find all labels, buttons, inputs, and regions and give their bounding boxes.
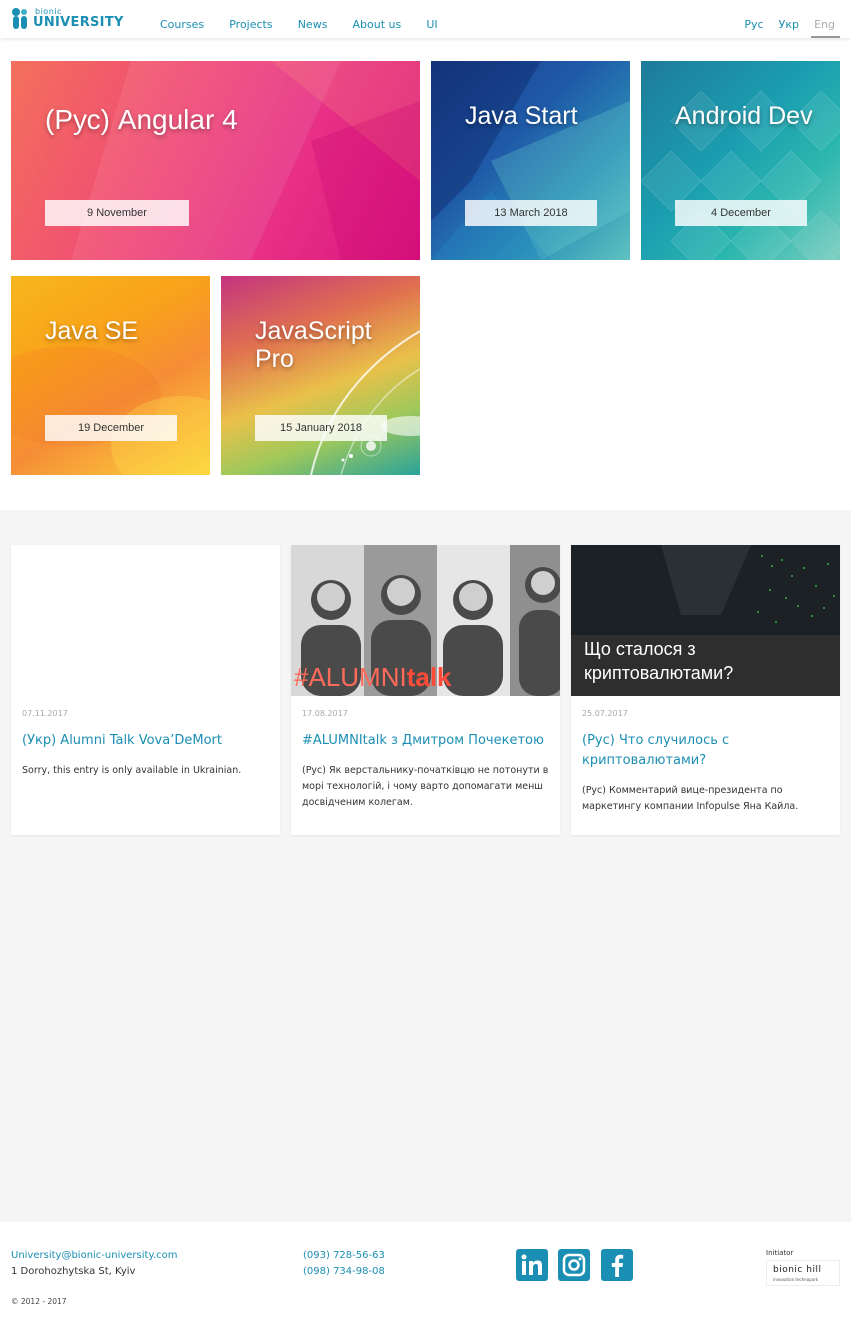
card-pattern <box>71 61 420 260</box>
nav-projects[interactable]: Projects <box>229 18 272 31</box>
course-date: 13 March 2018 <box>465 200 597 226</box>
main-nav: Courses Projects News About us UI <box>160 13 458 32</box>
course-card-java-se[interactable]: Java SE 19 December <box>11 276 210 475</box>
news-title-link[interactable]: #ALUMNItalk з Дмитром Почекетою <box>302 731 552 751</box>
course-card-android-dev[interactable]: Android Dev 4 December <box>641 61 840 260</box>
lang-uk[interactable]: Укр <box>779 18 799 31</box>
footer-email-link[interactable]: University@bionic-university.com <box>11 1250 177 1261</box>
card-pattern <box>641 90 840 260</box>
course-date: 15 January 2018 <box>255 415 387 441</box>
lang-ru[interactable]: Рус <box>744 18 763 31</box>
site-header: bionic UNIVERSITY Courses Projects News … <box>0 0 851 38</box>
news-date: 25.07.2017 <box>582 709 628 718</box>
course-title: JavaScript Pro <box>255 317 372 373</box>
logo-big-text: UNIVERSITY <box>33 15 124 30</box>
news-image: Що сталося з криптовалютами? <box>571 545 840 696</box>
nav-ui[interactable]: UI <box>426 18 437 31</box>
nav-courses[interactable]: Courses <box>160 18 204 31</box>
image-caption: #ALUMNItalk <box>294 662 452 692</box>
logo-mark-icon <box>12 8 27 29</box>
news-title-link[interactable]: (Рус) Что случилось с криптовалютами? <box>582 731 732 771</box>
card-pattern <box>310 330 420 475</box>
initiator-label: Initiator <box>766 1249 794 1257</box>
news-excerpt: (Рус) Як верстальнику-початківцю не пото… <box>302 765 549 808</box>
course-card-angular[interactable]: (Рус) Angular 4 9 November <box>11 61 420 260</box>
site-footer: University@bionic-university.com 1 Doroh… <box>0 1222 851 1330</box>
footer-phone-1[interactable]: (093) 728-56-63 <box>303 1250 385 1261</box>
news-title-link[interactable]: (Укр) Alumni Talk Vova’DeMort <box>22 731 272 751</box>
course-date: 19 December <box>45 415 177 441</box>
nav-news[interactable]: News <box>298 18 328 31</box>
news-image-placeholder <box>11 545 280 696</box>
course-date: 4 December <box>675 200 807 226</box>
course-title: Android Dev <box>675 102 813 130</box>
course-date: 9 November <box>45 200 189 226</box>
news-excerpt: Sorry, this entry is only available in U… <box>22 765 242 776</box>
image-caption: Що сталося з криптовалютами? <box>584 639 734 683</box>
course-card-java-start[interactable]: Java Start 13 March 2018 <box>431 61 630 260</box>
footer-copyright: © 2012 - 2017 <box>11 1297 67 1306</box>
course-title: (Рус) Angular 4 <box>45 104 238 135</box>
news-date: 07.11.2017 <box>22 709 68 718</box>
card-pattern <box>431 61 630 260</box>
news-card[interactable]: 07.11.2017 (Укр) Alumni Talk Vova’DeMort… <box>11 545 280 835</box>
footer-phone-2[interactable]: (098) 734-98-08 <box>303 1266 385 1277</box>
news-date: 17.08.2017 <box>302 709 348 718</box>
news-card[interactable]: Що сталося з криптовалютами? 25.07.2017 … <box>571 545 840 835</box>
course-card-javascript-pro[interactable]: JavaScript Pro 15 January 2018 <box>221 276 420 475</box>
bionic-hill-logo[interactable]: bionic hill innovation technopark <box>766 1260 840 1286</box>
nav-about-us[interactable]: About us <box>353 18 402 31</box>
active-lang-underline <box>811 36 840 38</box>
course-title: Java Start <box>465 102 578 130</box>
news-excerpt: (Рус) Комментарий вице-президента по мар… <box>582 785 799 812</box>
lang-en[interactable]: Eng <box>814 18 835 31</box>
facebook-icon[interactable] <box>601 1249 633 1281</box>
course-title: Java SE <box>45 317 139 345</box>
news-image: #ALUMNItalk <box>291 545 560 696</box>
logo[interactable]: bionic UNIVERSITY <box>11 7 123 33</box>
language-switcher: Рус Укр Eng <box>734 13 835 32</box>
instagram-icon[interactable] <box>558 1249 590 1281</box>
footer-address: 1 Dorohozhytska St, Kyiv <box>11 1266 136 1277</box>
card-pattern <box>11 346 210 475</box>
news-card[interactable]: #ALUMNItalk 17.08.2017 #ALUMNItalk з Дми… <box>291 545 560 835</box>
linkedin-icon[interactable] <box>516 1249 548 1281</box>
